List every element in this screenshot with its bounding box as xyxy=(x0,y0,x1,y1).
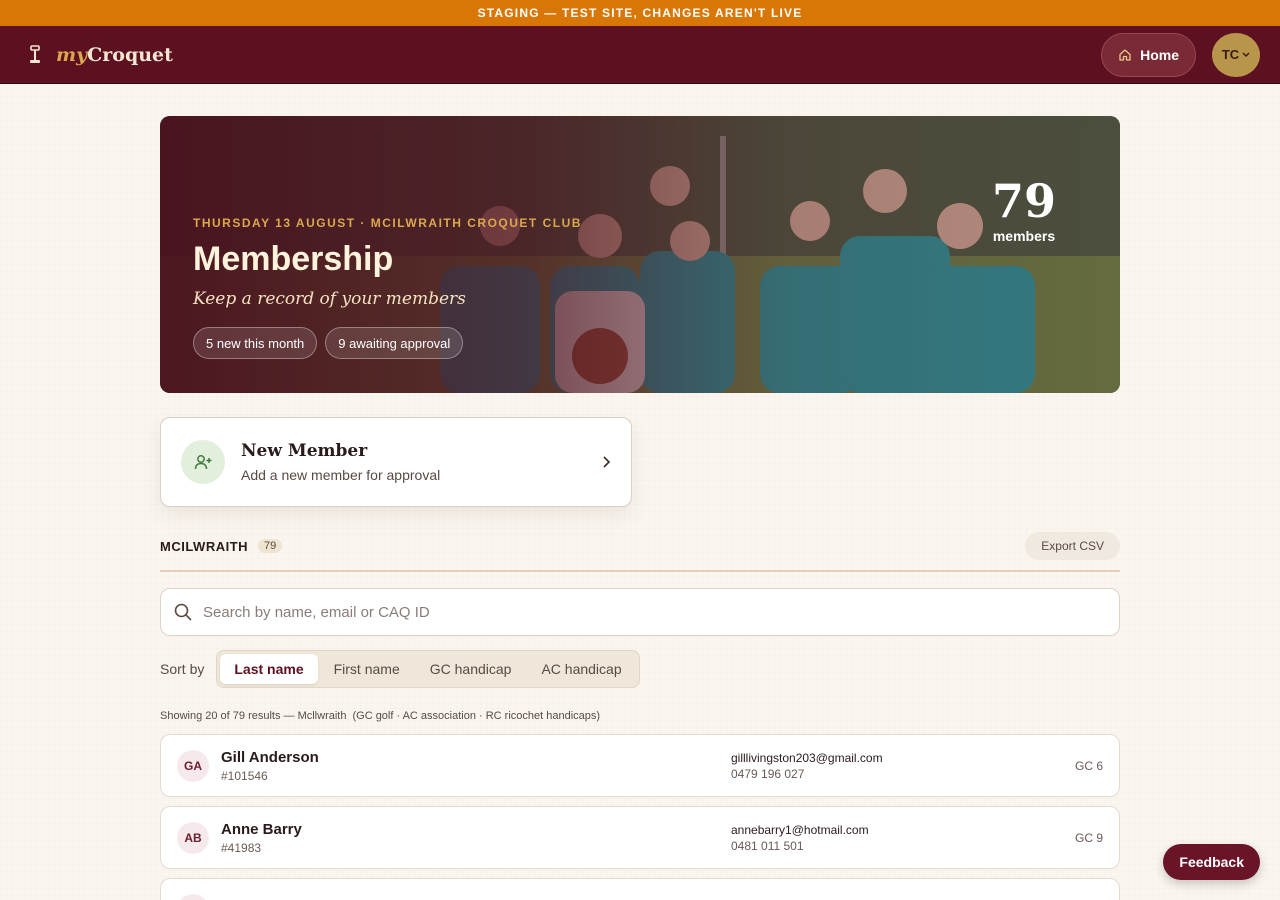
member-row[interactable] xyxy=(160,878,1120,900)
sort-last-name[interactable]: Last name xyxy=(220,654,318,684)
user-menu-button[interactable]: TC xyxy=(1212,32,1260,77)
member-caq-id: #101546 xyxy=(221,768,268,783)
export-csv-button[interactable]: Export CSV xyxy=(1025,532,1120,560)
hero-text: THURSDAY 13 AUGUST · MCILWRAITH CROQUET … xyxy=(193,216,582,359)
member-email: gilllivingston203@gmail.com xyxy=(731,750,883,765)
sort-first-name[interactable]: First name xyxy=(320,654,414,684)
page-subtitle: Keep a record of your members xyxy=(193,289,466,309)
search-icon xyxy=(174,603,192,621)
member-search xyxy=(160,588,1120,636)
sort-options: Last name First name GC handicap AC hand… xyxy=(216,650,640,688)
new-member-card[interactable]: New Member Add a new member for approval xyxy=(160,417,632,507)
new-member-subtitle: Add a new member for approval xyxy=(241,467,441,483)
new-member-title: New Member xyxy=(241,441,368,461)
search-input[interactable] xyxy=(203,603,1107,621)
member-handicap: GC 9 xyxy=(1074,830,1103,845)
top-nav-bar: myCroquet Home TC xyxy=(0,26,1280,84)
awaiting-approval-pill[interactable]: 9 awaiting approval xyxy=(325,327,464,359)
feedback-button[interactable]: Feedback xyxy=(1163,844,1260,880)
member-avatar xyxy=(177,893,209,900)
brand-logo[interactable]: myCroquet xyxy=(28,44,173,66)
membership-hero: THURSDAY 13 AUGUST · MCILWRAITH CROQUET … xyxy=(160,116,1120,393)
sort-controls: Sort by Last name First name GC handicap… xyxy=(160,650,1120,688)
member-name: Gill Anderson xyxy=(221,748,319,766)
hero-stats: 5 new this month 9 awaiting approval xyxy=(193,327,582,359)
avatar-initials: TC xyxy=(1221,47,1240,62)
home-button[interactable]: Home xyxy=(1101,32,1196,77)
member-caq-id: #41983 xyxy=(221,840,262,855)
member-list: GA Gill Anderson #101546 gilllivingston2… xyxy=(160,734,1120,900)
sort-gc-handicap[interactable]: GC handicap xyxy=(416,654,526,684)
results-summary: Showing 20 of 79 results — Mcllwraith (GC… xyxy=(160,710,1120,722)
member-avatar: GA xyxy=(177,749,209,782)
croquet-mallet-icon xyxy=(30,44,40,63)
staging-text: STAGING — TEST SITE, CHANGES AREN'T LIVE xyxy=(477,6,803,20)
results-count: Showing 20 of 79 results — Mcllwraith xyxy=(160,710,347,722)
home-icon xyxy=(1119,48,1131,61)
chevron-down-icon xyxy=(1242,52,1250,57)
member-phone: 0481 011 501 xyxy=(731,838,804,853)
page-title: Membership xyxy=(193,240,394,278)
member-handicap: GC 6 xyxy=(1074,758,1103,773)
member-count-label: members xyxy=(992,228,1056,244)
sort-ac-handicap[interactable]: AC handicap xyxy=(527,654,635,684)
home-label: Home xyxy=(1140,46,1179,63)
member-phone: 0479 196 027 xyxy=(731,766,805,781)
member-name: Anne Barry xyxy=(221,820,302,838)
member-row[interactable]: AB Anne Barry #41983 annebarry1@hotmail.… xyxy=(160,806,1120,869)
hero-date-line: THURSDAY 13 AUGUST · MCILWRAITH CROQUET … xyxy=(193,216,582,230)
member-count-number: 79 xyxy=(991,174,1056,228)
handicap-legend: (GC golf · AC association · RC ricochet … xyxy=(352,710,601,722)
club-header: MCILWRAITH 79 Export CSV xyxy=(160,531,1120,561)
member-email: annebarry1@hotmail.com xyxy=(731,822,869,837)
staging-banner: STAGING — TEST SITE, CHANGES AREN'T LIVE xyxy=(0,0,1280,26)
club-name: MCILWRAITH xyxy=(160,538,249,554)
member-count: 79 members xyxy=(992,178,1056,244)
chevron-right-icon xyxy=(603,456,611,468)
sort-label: Sort by xyxy=(160,661,205,677)
section-divider xyxy=(160,570,1120,572)
add-user-icon xyxy=(181,440,225,484)
member-row[interactable]: GA Gill Anderson #101546 gilllivingston2… xyxy=(160,734,1120,797)
main-content: THURSDAY 13 AUGUST · MCILWRAITH CROQUET … xyxy=(160,116,1120,900)
new-this-month-pill[interactable]: 5 new this month xyxy=(193,327,318,359)
brand-name: myCroquet xyxy=(56,43,173,66)
member-avatar: AB xyxy=(177,821,209,854)
club-member-count-badge: 79 xyxy=(258,539,283,553)
